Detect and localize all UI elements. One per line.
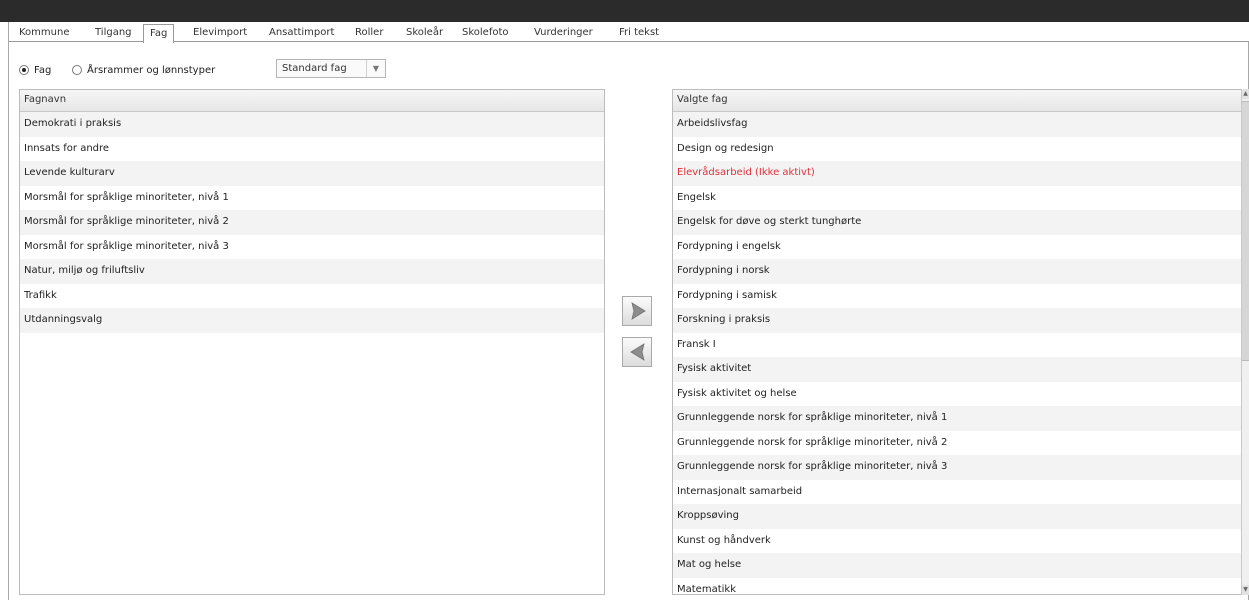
chevron-left-icon <box>630 343 645 361</box>
selected-subjects-header[interactable]: Valgte fag <box>673 90 1241 112</box>
selected-subject-item[interactable]: Fordypning i engelsk <box>673 235 1241 260</box>
selected-subject-item[interactable]: Engelsk <box>673 186 1241 211</box>
fag-type-select[interactable]: Standard fag ▼ <box>276 59 386 78</box>
selected-subject-item[interactable]: Grunnleggende norsk for språklige minori… <box>673 406 1241 431</box>
tab-fag[interactable]: Fag <box>143 24 175 43</box>
available-subject-item[interactable]: Natur, miljø og friluftsliv <box>20 259 604 284</box>
radio-fag-label: Fag <box>34 64 52 76</box>
selected-subject-item[interactable]: Elevrådsarbeid (Ikke aktivt) <box>673 161 1241 186</box>
available-subject-item[interactable]: Morsmål for språklige minoriteter, nivå … <box>20 235 604 260</box>
available-subject-item[interactable]: Morsmål for språklige minoriteter, nivå … <box>20 210 604 235</box>
radio-fag-indicator[interactable] <box>19 65 29 75</box>
scroll-down-icon[interactable]: ▼ <box>1242 585 1249 595</box>
selected-subject-item[interactable]: Kroppsøving <box>673 504 1241 529</box>
tab-kommune[interactable]: Kommune <box>13 26 76 42</box>
tab-vurderinger[interactable]: Vurderinger <box>528 26 599 42</box>
available-subject-item[interactable]: Morsmål for språklige minoriteter, nivå … <box>20 186 604 211</box>
chevron-down-icon[interactable]: ▼ <box>366 60 385 77</box>
selected-subject-item[interactable]: Fransk I <box>673 333 1241 358</box>
radio-fag[interactable]: Fag <box>19 62 51 78</box>
selected-subjects-list[interactable]: Valgte fag Arbeidslivsfag Design og redes… <box>672 89 1242 595</box>
selected-subject-item[interactable]: Kunst og håndverk <box>673 529 1241 554</box>
selected-subject-item[interactable]: Fysisk aktivitet og helse <box>673 382 1241 407</box>
tab-fri-tekst[interactable]: Fri tekst <box>613 26 665 42</box>
scroll-thumb[interactable] <box>1242 101 1249 361</box>
tab-skolefoto[interactable]: Skolefoto <box>456 26 515 42</box>
available-subjects-rows: Demokrati i praksis Innsats for andre Leve… <box>20 112 604 333</box>
tab-bar: Kommune Tilgang Fag Elevimport Ansattimp… <box>9 22 1249 43</box>
tab-roller[interactable]: Roller <box>349 26 389 42</box>
window-titlebar <box>0 0 1249 22</box>
selected-subject-item[interactable]: Engelsk for døve og sterkt tunghørte <box>673 210 1241 235</box>
available-subject-item[interactable]: Demokrati i praksis <box>20 112 604 137</box>
available-subject-item[interactable]: Innsats for andre <box>20 137 604 162</box>
selected-subject-item[interactable]: Mat og helse <box>673 553 1241 578</box>
selected-subject-item[interactable]: Internasjonalt samarbeid <box>673 480 1241 505</box>
scroll-up-icon[interactable]: ▲ <box>1242 89 1249 99</box>
frame-border-left <box>8 22 9 600</box>
available-subject-item[interactable]: Trafikk <box>20 284 604 309</box>
selected-subjects-rows: Arbeidslivsfag Design og redesign Elevråds… <box>673 112 1241 595</box>
selected-subject-item[interactable]: Arbeidslivsfag <box>673 112 1241 137</box>
tab-ansattimport[interactable]: Ansattimport <box>263 26 340 42</box>
chevron-right-icon <box>631 302 646 320</box>
selected-subject-item[interactable]: Design og redesign <box>673 137 1241 162</box>
selected-subject-item[interactable]: Fordypning i norsk <box>673 259 1241 284</box>
available-subjects-list[interactable]: Fagnavn Demokrati i praksis Innsats for a… <box>19 89 605 595</box>
tab-elevimport[interactable]: Elevimport <box>187 26 253 42</box>
fag-type-select-value: Standard fag <box>282 63 347 74</box>
tab-skolear[interactable]: Skoleår <box>400 26 449 42</box>
available-subject-item[interactable]: Levende kulturarv <box>20 161 604 186</box>
selected-subjects-scrollbar[interactable]: ▲ ▼ <box>1241 89 1249 595</box>
selected-subject-item[interactable]: Forskning i praksis <box>673 308 1241 333</box>
selected-subject-item[interactable]: Grunnleggende norsk for språklige minori… <box>673 431 1241 456</box>
selected-subject-item[interactable]: Fysisk aktivitet <box>673 357 1241 382</box>
selected-subject-item[interactable]: Matematikk <box>673 578 1241 595</box>
available-subject-item[interactable]: Utdanningsvalg <box>20 308 604 333</box>
radio-arsrammer-label: Årsrammer og lønnstyper <box>87 64 216 76</box>
move-left-button[interactable] <box>622 337 652 367</box>
move-right-button[interactable] <box>622 296 652 326</box>
tab-tilgang[interactable]: Tilgang <box>89 26 138 42</box>
radio-arsrammer-indicator[interactable] <box>72 65 82 75</box>
available-subjects-header[interactable]: Fagnavn <box>20 90 604 112</box>
selected-subject-item[interactable]: Fordypning i samisk <box>673 284 1241 309</box>
radio-arsrammer[interactable]: Årsrammer og lønnstyper <box>72 62 215 78</box>
selected-subject-item[interactable]: Grunnleggende norsk for språklige minori… <box>673 455 1241 480</box>
